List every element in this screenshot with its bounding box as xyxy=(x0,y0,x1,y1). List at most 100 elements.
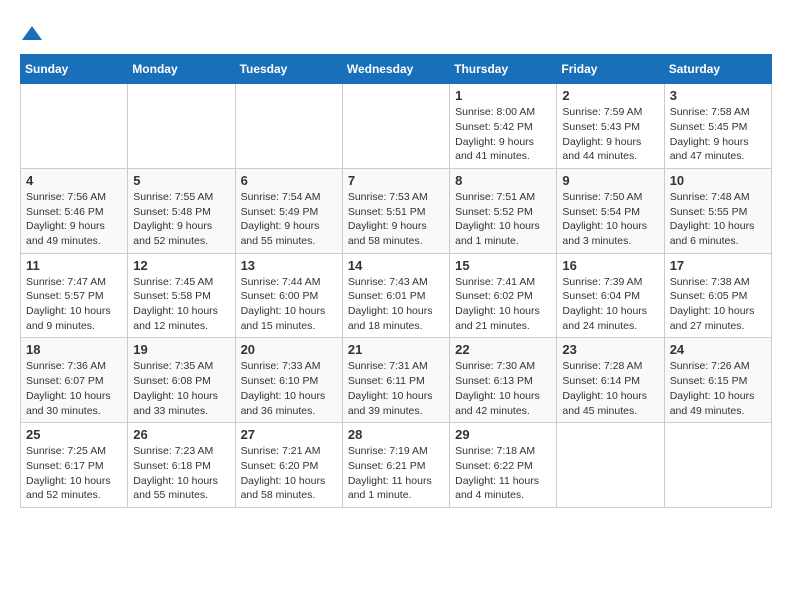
day-info: Sunrise: 7:21 AM Sunset: 6:20 PM Dayligh… xyxy=(241,444,337,503)
day-number: 23 xyxy=(562,342,658,357)
header-friday: Friday xyxy=(557,55,664,84)
day-info: Sunrise: 7:26 AM Sunset: 6:15 PM Dayligh… xyxy=(670,359,766,418)
calendar-cell: 3 Sunrise: 7:58 AM Sunset: 5:45 PM Daylig… xyxy=(664,84,771,169)
calendar-cell: 9Sunrise: 7:50 AM Sunset: 5:54 PM Daylig… xyxy=(557,168,664,253)
day-number: 22 xyxy=(455,342,551,357)
calendar-cell: 8 Sunrise: 7:51 AM Sunset: 5:52 PM Daylig… xyxy=(450,168,557,253)
calendar-cell: 18 Sunrise: 7:36 AM Sunset: 6:07 PM Dayli… xyxy=(21,338,128,423)
calendar-week-row: 4 Sunrise: 7:56 AM Sunset: 5:46 PM Daylig… xyxy=(21,168,772,253)
day-number: 18 xyxy=(26,342,122,357)
calendar-cell xyxy=(557,423,664,508)
header-saturday: Saturday xyxy=(664,55,771,84)
calendar-week-row: 1 Sunrise: 8:00 AM Sunset: 5:42 PM Daylig… xyxy=(21,84,772,169)
day-number: 20 xyxy=(241,342,337,357)
calendar-cell: 15Sunrise: 7:41 AM Sunset: 6:02 PM Dayli… xyxy=(450,253,557,338)
header-thursday: Thursday xyxy=(450,55,557,84)
logo-text xyxy=(20,20,42,44)
logo xyxy=(20,20,42,44)
day-number: 27 xyxy=(241,427,337,442)
day-info: Sunrise: 8:00 AM Sunset: 5:42 PM Dayligh… xyxy=(455,105,551,164)
page-header xyxy=(20,20,772,44)
calendar-cell: 25 Sunrise: 7:25 AM Sunset: 6:17 PM Dayli… xyxy=(21,423,128,508)
day-number: 5 xyxy=(133,173,229,188)
day-number: 29 xyxy=(455,427,551,442)
day-info: Sunrise: 7:44 AM Sunset: 6:00 PM Dayligh… xyxy=(241,275,337,334)
day-number: 28 xyxy=(348,427,444,442)
day-info: Sunrise: 7:50 AM Sunset: 5:54 PM Dayligh… xyxy=(562,190,658,249)
day-info: Sunrise: 7:45 AM Sunset: 5:58 PM Dayligh… xyxy=(133,275,229,334)
header-monday: Monday xyxy=(128,55,235,84)
calendar-cell: 24Sunrise: 7:26 AM Sunset: 6:15 PM Dayli… xyxy=(664,338,771,423)
day-info: Sunrise: 7:36 AM Sunset: 6:07 PM Dayligh… xyxy=(26,359,122,418)
day-number: 10 xyxy=(670,173,766,188)
day-info: Sunrise: 7:39 AM Sunset: 6:04 PM Dayligh… xyxy=(562,275,658,334)
day-info: Sunrise: 7:25 AM Sunset: 6:17 PM Dayligh… xyxy=(26,444,122,503)
day-number: 4 xyxy=(26,173,122,188)
day-info: Sunrise: 7:56 AM Sunset: 5:46 PM Dayligh… xyxy=(26,190,122,249)
day-number: 2 xyxy=(562,88,658,103)
day-info: Sunrise: 7:35 AM Sunset: 6:08 PM Dayligh… xyxy=(133,359,229,418)
calendar-cell: 16 Sunrise: 7:39 AM Sunset: 6:04 PM Dayli… xyxy=(557,253,664,338)
day-info: Sunrise: 7:48 AM Sunset: 5:55 PM Dayligh… xyxy=(670,190,766,249)
calendar-cell xyxy=(664,423,771,508)
day-number: 21 xyxy=(348,342,444,357)
calendar-cell xyxy=(128,84,235,169)
calendar-cell: 6Sunrise: 7:54 AM Sunset: 5:49 PM Daylig… xyxy=(235,168,342,253)
calendar-cell: 11 Sunrise: 7:47 AM Sunset: 5:57 PM Dayli… xyxy=(21,253,128,338)
header-wednesday: Wednesday xyxy=(342,55,449,84)
day-info: Sunrise: 7:19 AM Sunset: 6:21 PM Dayligh… xyxy=(348,444,444,503)
day-number: 17 xyxy=(670,258,766,273)
day-info: Sunrise: 7:33 AM Sunset: 6:10 PM Dayligh… xyxy=(241,359,337,418)
day-number: 1 xyxy=(455,88,551,103)
day-number: 12 xyxy=(133,258,229,273)
day-info: Sunrise: 7:51 AM Sunset: 5:52 PM Dayligh… xyxy=(455,190,551,249)
calendar-cell: 2 Sunrise: 7:59 AM Sunset: 5:43 PM Daylig… xyxy=(557,84,664,169)
day-number: 7 xyxy=(348,173,444,188)
day-info: Sunrise: 7:53 AM Sunset: 5:51 PM Dayligh… xyxy=(348,190,444,249)
logo-icon xyxy=(22,26,42,40)
calendar-cell: 19 Sunrise: 7:35 AM Sunset: 6:08 PM Dayli… xyxy=(128,338,235,423)
calendar-cell: 7 Sunrise: 7:53 AM Sunset: 5:51 PM Daylig… xyxy=(342,168,449,253)
day-info: Sunrise: 7:23 AM Sunset: 6:18 PM Dayligh… xyxy=(133,444,229,503)
calendar-cell: 22 Sunrise: 7:30 AM Sunset: 6:13 PM Dayli… xyxy=(450,338,557,423)
day-info: Sunrise: 7:43 AM Sunset: 6:01 PM Dayligh… xyxy=(348,275,444,334)
calendar-cell: 23 Sunrise: 7:28 AM Sunset: 6:14 PM Dayli… xyxy=(557,338,664,423)
calendar-cell: 10 Sunrise: 7:48 AM Sunset: 5:55 PM Dayli… xyxy=(664,168,771,253)
day-number: 6 xyxy=(241,173,337,188)
calendar-header-row: SundayMondayTuesdayWednesdayThursdayFrid… xyxy=(21,55,772,84)
calendar-cell: 26 Sunrise: 7:23 AM Sunset: 6:18 PM Dayli… xyxy=(128,423,235,508)
day-number: 25 xyxy=(26,427,122,442)
calendar-week-row: 11 Sunrise: 7:47 AM Sunset: 5:57 PM Dayli… xyxy=(21,253,772,338)
day-info: Sunrise: 7:41 AM Sunset: 6:02 PM Dayligh… xyxy=(455,275,551,334)
calendar-cell: 14 Sunrise: 7:43 AM Sunset: 6:01 PM Dayli… xyxy=(342,253,449,338)
calendar-cell: 4 Sunrise: 7:56 AM Sunset: 5:46 PM Daylig… xyxy=(21,168,128,253)
day-info: Sunrise: 7:28 AM Sunset: 6:14 PM Dayligh… xyxy=(562,359,658,418)
day-number: 19 xyxy=(133,342,229,357)
calendar-cell: 17 Sunrise: 7:38 AM Sunset: 6:05 PM Dayli… xyxy=(664,253,771,338)
day-info: Sunrise: 7:31 AM Sunset: 6:11 PM Dayligh… xyxy=(348,359,444,418)
day-info: Sunrise: 7:59 AM Sunset: 5:43 PM Dayligh… xyxy=(562,105,658,164)
day-number: 14 xyxy=(348,258,444,273)
header-tuesday: Tuesday xyxy=(235,55,342,84)
calendar-table: SundayMondayTuesdayWednesdayThursdayFrid… xyxy=(20,54,772,508)
calendar-week-row: 18 Sunrise: 7:36 AM Sunset: 6:07 PM Dayli… xyxy=(21,338,772,423)
calendar-cell: 27 Sunrise: 7:21 AM Sunset: 6:20 PM Dayli… xyxy=(235,423,342,508)
calendar-cell xyxy=(21,84,128,169)
calendar-cell: 20 Sunrise: 7:33 AM Sunset: 6:10 PM Dayli… xyxy=(235,338,342,423)
day-number: 26 xyxy=(133,427,229,442)
day-info: Sunrise: 7:55 AM Sunset: 5:48 PM Dayligh… xyxy=(133,190,229,249)
calendar-cell: 1 Sunrise: 8:00 AM Sunset: 5:42 PM Daylig… xyxy=(450,84,557,169)
day-info: Sunrise: 7:38 AM Sunset: 6:05 PM Dayligh… xyxy=(670,275,766,334)
header-sunday: Sunday xyxy=(21,55,128,84)
day-number: 11 xyxy=(26,258,122,273)
calendar-cell: 12 Sunrise: 7:45 AM Sunset: 5:58 PM Dayli… xyxy=(128,253,235,338)
day-number: 8 xyxy=(455,173,551,188)
day-number: 16 xyxy=(562,258,658,273)
calendar-cell: 28 Sunrise: 7:19 AM Sunset: 6:21 PM Dayli… xyxy=(342,423,449,508)
calendar-cell xyxy=(235,84,342,169)
day-info: Sunrise: 7:58 AM Sunset: 5:45 PM Dayligh… xyxy=(670,105,766,164)
calendar-cell: 13Sunrise: 7:44 AM Sunset: 6:00 PM Dayli… xyxy=(235,253,342,338)
day-number: 3 xyxy=(670,88,766,103)
day-info: Sunrise: 7:30 AM Sunset: 6:13 PM Dayligh… xyxy=(455,359,551,418)
day-info: Sunrise: 7:47 AM Sunset: 5:57 PM Dayligh… xyxy=(26,275,122,334)
